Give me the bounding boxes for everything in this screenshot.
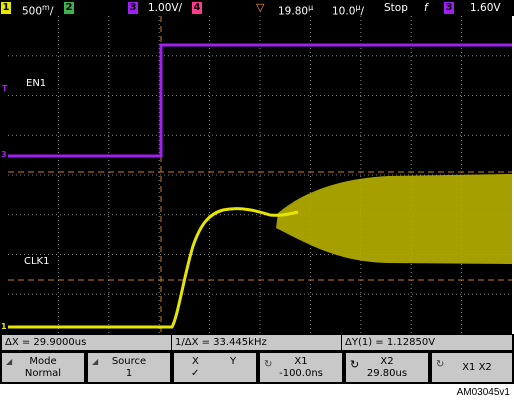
oscilloscope-display: 1 500m/ 2 3 1.00V/ 4 ▽ 19.80μ 10.0μ/ Sto… [0, 0, 514, 402]
x1x2-softkey[interactable]: ↻ X1 X2 [432, 353, 512, 382]
ch3-badge[interactable]: 3 [128, 2, 138, 14]
delta-y-readout: ΔY(1) = 1.12850V [342, 335, 512, 350]
y-option-label: Y [230, 356, 237, 367]
knob-icon: ↻ [264, 359, 273, 370]
trigger-slope-icon: f [424, 2, 428, 14]
source-softkey-label: Source [111, 356, 147, 367]
clk1-label: CLK1 [24, 256, 50, 267]
mode-softkey[interactable]: ◢ Mode Normal [2, 353, 84, 382]
mode-softkey-label: Mode [29, 356, 57, 367]
x2-softkey[interactable]: ↻ X2 29.80us [346, 353, 428, 382]
waveform-screen[interactable]: EN1 CLK1 [8, 16, 512, 334]
trigger-source-badge[interactable]: 3 [444, 2, 454, 14]
ch1-ground-marker[interactable]: 1 [1, 322, 7, 331]
ch2-badge[interactable]: 2 [64, 2, 74, 14]
inverse-delta-x-readout: 1/ΔX = 33.445kHz [172, 335, 341, 350]
status-bar: 1 500m/ 2 3 1.00V/ 4 ▽ 19.80μ 10.0μ/ Sto… [0, 0, 514, 18]
delta-x-readout: ΔX = 29.9000us [2, 335, 171, 350]
time-position-unit: μ [308, 3, 314, 12]
xy-softkey[interactable]: X Y ✓ [174, 353, 256, 382]
ch3-ground-marker[interactable]: 3 [1, 150, 7, 159]
ch1-badge[interactable]: 1 [1, 2, 11, 14]
ch3-scale[interactable]: 1.00V/ [148, 0, 182, 16]
ch4-badge[interactable]: 4 [192, 2, 202, 14]
knob-icon: ↻ [350, 358, 360, 371]
measurement-row: ΔX = 29.9000us 1/ΔX = 33.445kHz ΔY(1) = … [0, 334, 514, 351]
x-selected-check-icon: ✓ [191, 368, 200, 379]
knob-icon: ↻ [436, 359, 445, 370]
trigger-position-icon: ▽ [256, 1, 265, 14]
trigger-level[interactable]: 1.60V [470, 0, 501, 16]
ch1-trace-clk1-envelope [276, 174, 512, 264]
ch1-trace-clk1 [8, 207, 299, 329]
source-softkey[interactable]: ◢ Source 1 [88, 353, 170, 382]
trigger-level-marker[interactable]: T [2, 84, 7, 93]
ch1-scale-unit: m [42, 3, 50, 12]
source-softkey-value: 1 [125, 368, 133, 379]
en1-label: EN1 [26, 78, 47, 89]
softkey-arrow-icon: ◢ [6, 357, 13, 366]
waveform-plot [8, 16, 512, 334]
left-marker-column [0, 16, 8, 334]
figure-id: AM03045v1 [456, 387, 510, 398]
graticule [8, 16, 512, 334]
x1-softkey[interactable]: ↻ X1 -100.0ns [260, 353, 342, 382]
run-state[interactable]: Stop [384, 0, 408, 16]
softkey-row: ◢ Mode Normal ◢ Source 1 X Y ✓ ↻ X1 -100… [0, 351, 514, 384]
x-option-label: X [192, 356, 199, 367]
softkey-arrow-icon: ◢ [92, 357, 99, 366]
mode-softkey-value: Normal [24, 368, 62, 379]
